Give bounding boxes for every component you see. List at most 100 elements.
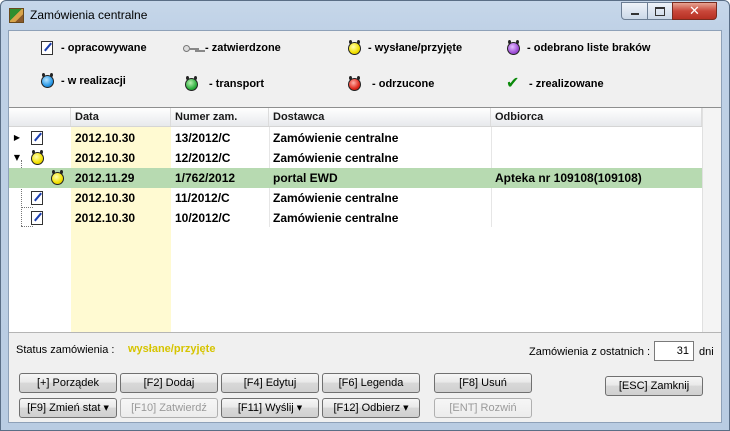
button-label: [F2] Dodaj: [143, 377, 195, 389]
cell-dostawca: Zamówienie centralne: [273, 151, 399, 165]
legend-item-odrzucone: - odrzucone: [346, 76, 434, 92]
edytuj-button[interactable]: [F4] Edytuj: [221, 373, 319, 393]
porzadek-button[interactable]: [+] Porządek: [19, 373, 117, 393]
cell-data: 2012.11.29: [75, 171, 135, 185]
days-input[interactable]: 31: [654, 341, 694, 361]
cell-data: 2012.10.30: [75, 191, 136, 205]
legend-label: - opracowywane: [61, 42, 147, 54]
legend-item-zatwierdzone: - zatwierdzone: [183, 40, 281, 56]
cell-dostawca: Zamówienie centralne: [273, 211, 399, 225]
pen-icon: [29, 130, 45, 146]
pen-icon: [29, 210, 45, 226]
legend-label: - odebrano liste braków: [527, 42, 651, 54]
pen-icon: [39, 40, 55, 56]
zmien-stat-button[interactable]: [F9] Zmień stat ▼: [19, 398, 117, 418]
button-label: [F10] Zatwierdź: [131, 402, 207, 414]
button-label: [F4] Edytuj: [243, 377, 297, 389]
zamknij-button[interactable]: [ESC] Zamknij: [605, 376, 703, 396]
legend-item-transport: - transport: [183, 76, 264, 92]
button-label: [F6] Legenda: [338, 377, 404, 389]
header-data[interactable]: Data: [71, 108, 171, 126]
button-label: [+] Porządek: [36, 377, 100, 389]
odbierz-button[interactable]: [F12] Odbierz ▼: [322, 398, 420, 418]
header-odbiorca[interactable]: Odbiorca: [491, 108, 702, 126]
title-bar[interactable]: Zamówienia centralne ✕: [1, 1, 729, 29]
header-numer[interactable]: Numer zam.: [171, 108, 269, 126]
pen-icon: [29, 190, 45, 206]
collapse-arrow-icon[interactable]: ▼: [12, 148, 22, 168]
yellow-alarm-ball-icon: [49, 170, 65, 186]
button-label: [F8] Usuń: [459, 377, 507, 389]
dropdown-arrow-icon: ▼: [103, 404, 109, 412]
minimize-button[interactable]: [621, 2, 648, 20]
cell-numer: 1/762/2012: [175, 171, 236, 185]
cell-numer: 12/2012/C: [175, 151, 231, 165]
legend-label: - w realizacji: [61, 75, 126, 87]
close-button[interactable]: ✕: [672, 2, 717, 20]
maximize-button[interactable]: [647, 2, 673, 20]
cell-numer: 13/2012/C: [175, 131, 231, 145]
usun-button[interactable]: [F8] Usuń: [434, 373, 532, 393]
purple-alarm-ball-icon: [505, 40, 521, 56]
legend-item-w-realizacji: - w realizacji: [39, 73, 126, 89]
button-label: [F11] Wyślij: [237, 402, 294, 414]
cell-data: 2012.10.30: [75, 131, 136, 145]
yellow-alarm-ball-icon: [29, 150, 45, 166]
button-label: [F12] Odbierz: [333, 402, 401, 414]
legend-item-wyslane: - wysłane/przyjęte: [346, 40, 462, 56]
legend-item-zrealizowane: ✔ - zrealizowane: [505, 73, 604, 92]
legend-label: - wysłane/przyjęte: [368, 42, 463, 54]
orders-grid[interactable]: Data Numer zam. Dostawca Odbiorca ▶ 2012…: [9, 107, 721, 333]
rozwin-button[interactable]: [ENT] Rozwiń: [434, 398, 532, 418]
days-suffix: dni: [699, 346, 714, 358]
client-area: - opracowywane - zatwierdzone - wysłane/…: [8, 30, 722, 423]
cell-odbiorca: [491, 128, 702, 148]
expand-arrow-icon[interactable]: ▶: [12, 128, 22, 148]
dodaj-button[interactable]: [F2] Dodaj: [120, 373, 218, 393]
cell-data: 2012.10.30: [75, 211, 136, 225]
table-row[interactable]: 2012.10.30 11/2012/C Zamówienie centraln…: [9, 188, 721, 208]
header-tree-column[interactable]: [9, 108, 71, 126]
green-check-icon: ✔: [506, 73, 520, 92]
legend-label: - transport: [209, 78, 264, 90]
button-label: [ENT] Rozwiń: [449, 402, 517, 414]
table-row[interactable]: 2012.10.30 10/2012/C Zamówienie centraln…: [9, 208, 721, 228]
cell-odbiorca: [491, 208, 702, 228]
grid-header: Data Numer zam. Dostawca Odbiorca: [9, 108, 721, 127]
green-alarm-ball-icon: [183, 76, 199, 92]
cell-odbiorca: [491, 148, 702, 168]
maximize-icon: [655, 6, 665, 16]
blue-alarm-ball-icon: [39, 73, 55, 89]
minimize-icon: [630, 13, 639, 15]
cell-numer: 11/2012/C: [175, 191, 230, 205]
cell-dostawca: Zamówienie centralne: [273, 191, 399, 205]
app-icon: [9, 8, 24, 23]
vertical-scrollbar[interactable]: [702, 108, 721, 332]
cell-dostawca: Zamówienie centralne: [273, 131, 399, 145]
key-icon: [183, 40, 199, 56]
button-label: [F9] Zmień stat: [27, 402, 101, 414]
cell-data: 2012.10.30: [75, 151, 136, 165]
button-label: [ESC] Zamknij: [618, 380, 690, 392]
table-row[interactable]: ▶ 2012.10.30 13/2012/C Zamówienie centra…: [9, 128, 721, 148]
cell-dostawca: portal EWD: [273, 171, 338, 185]
red-alarm-ball-icon: [346, 76, 362, 92]
status-label: Status zamówienia :: [16, 344, 115, 356]
header-dostawca[interactable]: Dostawca: [269, 108, 491, 126]
cell-odbiorca: [491, 188, 702, 208]
wyslij-button[interactable]: [F11] Wyślij ▼: [221, 398, 319, 418]
legend-item-opracowywane: - opracowywane: [39, 40, 147, 56]
legenda-button[interactable]: [F6] Legenda: [322, 373, 420, 393]
zatwierdz-button[interactable]: [F10] Zatwierdź: [120, 398, 218, 418]
dropdown-arrow-icon: ▼: [296, 404, 303, 412]
legend-label: - zrealizowane: [529, 78, 604, 90]
table-row[interactable]: ▼ 2012.10.30 12/2012/C Zamówienie centra…: [9, 148, 721, 168]
days-label: Zamówienia z ostatnich :: [529, 346, 651, 358]
main-window: Zamówienia centralne ✕ - opracowywane - …: [0, 0, 730, 431]
window-title: Zamówienia centralne: [30, 8, 148, 22]
legend-label: - zatwierdzone: [205, 42, 281, 54]
cell-odbiorca: Apteka nr 109108(109108): [495, 171, 642, 185]
close-icon: ✕: [689, 3, 700, 19]
table-row-selected[interactable]: 2012.11.29 1/762/2012 portal EWD Apteka …: [9, 168, 721, 188]
status-value: wysłane/przyjęte: [128, 343, 216, 355]
